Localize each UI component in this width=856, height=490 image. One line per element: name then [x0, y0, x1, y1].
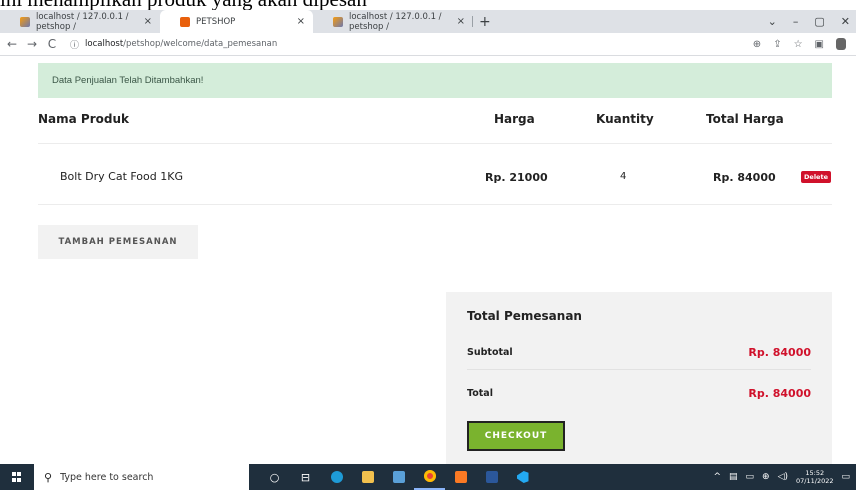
subtotal-label: Subtotal: [467, 347, 513, 358]
tab-title: localhost / 127.0.0.1 / petshop /: [349, 11, 442, 32]
browser-tab-strip: localhost / 127.0.0.1 / petshop / × PETS…: [0, 10, 856, 33]
volume-icon[interactable]: ◁): [778, 472, 788, 482]
network-icon[interactable]: ▤: [729, 472, 738, 482]
row-divider: [38, 204, 832, 205]
url-host: localhost: [85, 39, 124, 49]
document-caption: ini menampilkan produk yang akan dipesan: [0, 0, 856, 10]
product-quantity: 4: [620, 171, 627, 182]
address-bar-actions: ⊕ ⇪ ☆ ▣: [753, 38, 856, 50]
xampp-icon[interactable]: [445, 464, 476, 490]
new-tab-button[interactable]: +: [473, 14, 491, 30]
total-value: Rp. 84000: [748, 387, 811, 400]
clock[interactable]: 15:52 07/11/2022: [796, 469, 833, 485]
share-icon[interactable]: ⇪: [773, 39, 781, 50]
windows-start-button[interactable]: [0, 464, 34, 490]
address-bar: ← → C ⓘ localhost/petshop/welcome/data_p…: [0, 33, 856, 56]
header-total-harga: Total Harga: [706, 112, 784, 126]
summary-divider: [467, 369, 811, 370]
taskbar-search[interactable]: ⚲ Type here to search: [34, 464, 249, 490]
chevron-up-icon[interactable]: ^: [713, 472, 721, 482]
sidebar-icon[interactable]: ▣: [815, 39, 824, 50]
delete-button[interactable]: Delete: [801, 171, 831, 183]
close-icon[interactable]: ×: [289, 16, 305, 27]
close-icon[interactable]: ×: [136, 16, 152, 27]
product-total: Rp. 84000: [713, 171, 776, 184]
summary-title: Total Pemesanan: [467, 309, 582, 323]
battery-icon[interactable]: ▭: [746, 472, 755, 482]
reload-icon[interactable]: C: [44, 37, 60, 51]
phpmyadmin-icon: [333, 16, 343, 27]
tab-title: PETSHOP: [196, 16, 236, 27]
language-icon[interactable]: ⊕: [762, 472, 770, 482]
taskbar-apps: ○ ⊟: [259, 464, 538, 490]
search-icon: ⚲: [44, 470, 53, 484]
url-path: /petshop/welcome/data_pemesanan: [123, 39, 278, 49]
petshop-favicon: [180, 16, 190, 27]
tab-search-icon[interactable]: ⌄: [768, 15, 777, 28]
close-window-button[interactable]: ✕: [841, 15, 850, 28]
url-field[interactable]: ⓘ localhost/petshop/welcome/data_pemesan…: [70, 38, 277, 51]
header-nama-produk: Nama Produk: [38, 112, 129, 126]
checkout-button[interactable]: CHECKOUT: [467, 421, 565, 451]
cortana-icon[interactable]: ○: [259, 464, 290, 490]
total-label: Total: [467, 388, 493, 399]
windows-taskbar: ⚲ Type here to search ○ ⊟ ^ ▤ ▭ ⊕ ◁) 15:…: [0, 464, 856, 490]
profile-avatar[interactable]: [836, 38, 846, 50]
store-icon[interactable]: [383, 464, 414, 490]
phpmyadmin-icon: [20, 16, 30, 27]
product-price: Rp. 21000: [485, 171, 548, 184]
browser-tab-phpmyadmin-2[interactable]: localhost / 127.0.0.1 / petshop / ×: [313, 10, 473, 33]
success-alert: Data Penjualan Telah Ditambahkan!: [38, 63, 832, 98]
bookmark-star-icon[interactable]: ☆: [794, 39, 803, 50]
clock-time: 15:52: [805, 469, 825, 477]
system-tray: ^ ▤ ▭ ⊕ ◁) 15:52 07/11/2022 ▭: [713, 469, 856, 485]
tab-title: localhost / 127.0.0.1 / petshop /: [36, 11, 129, 32]
chrome-icon[interactable]: [414, 464, 445, 490]
task-view-icon[interactable]: ⊟: [290, 464, 321, 490]
zoom-icon[interactable]: ⊕: [753, 39, 761, 50]
tab-separator: [472, 16, 473, 27]
close-icon[interactable]: ×: [449, 16, 465, 27]
back-arrow-icon[interactable]: ←: [4, 37, 20, 51]
header-divider: [38, 143, 832, 144]
forward-arrow-icon[interactable]: →: [24, 37, 40, 51]
header-kuantity: Kuantity: [596, 112, 654, 126]
minimize-button[interactable]: –: [793, 15, 799, 28]
subtotal-value: Rp. 84000: [748, 346, 811, 359]
browser-tab-phpmyadmin-1[interactable]: localhost / 127.0.0.1 / petshop / ×: [0, 10, 160, 33]
header-harga: Harga: [494, 112, 535, 126]
word-icon[interactable]: [476, 464, 507, 490]
tambah-pemesanan-button[interactable]: TAMBAH PEMESANAN: [38, 225, 198, 259]
windows-logo-icon: [12, 472, 22, 482]
clock-date: 07/11/2022: [796, 477, 834, 485]
window-controls: ⌄ – ▢ ✕: [768, 15, 856, 28]
site-info-icon[interactable]: ⓘ: [70, 38, 79, 51]
browser-tab-petshop[interactable]: PETSHOP ×: [160, 10, 313, 33]
page-content: Data Penjualan Telah Ditambahkan! Nama P…: [0, 56, 856, 464]
product-name: Bolt Dry Cat Food 1KG: [60, 170, 183, 183]
notification-icon[interactable]: ▭: [841, 472, 850, 482]
maximize-button[interactable]: ▢: [814, 15, 824, 28]
vscode-icon[interactable]: [507, 464, 538, 490]
edge-icon[interactable]: [321, 464, 352, 490]
file-explorer-icon[interactable]: [352, 464, 383, 490]
order-summary-panel: Total Pemesanan Subtotal Rp. 84000 Total…: [446, 292, 832, 464]
search-placeholder: Type here to search: [60, 471, 154, 483]
